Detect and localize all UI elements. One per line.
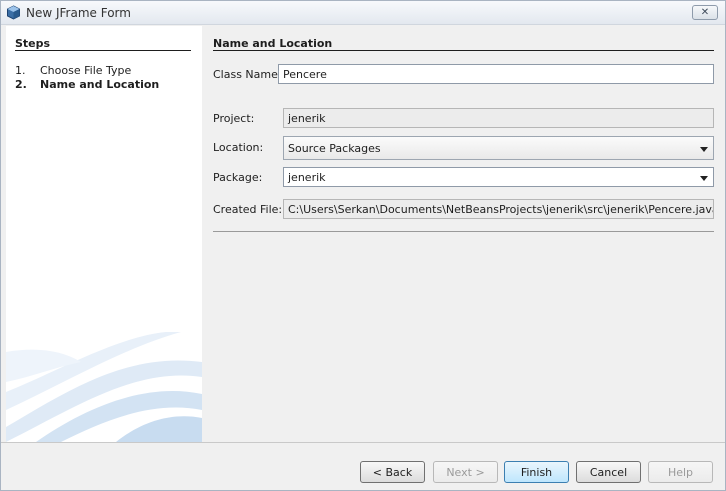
window-title: New JFrame Form <box>26 6 131 20</box>
close-button[interactable]: ✕ <box>692 5 718 20</box>
cancel-button[interactable]: Cancel <box>576 461 641 483</box>
name-and-location-panel: Name and Location Class Name: Pencere Pr… <box>202 26 725 442</box>
decorative-swoosh-graphic <box>6 332 202 442</box>
help-button[interactable]: Help <box>648 461 713 483</box>
close-icon: ✕ <box>700 7 710 18</box>
netbeans-cube-icon <box>7 5 20 20</box>
chevron-down-icon[interactable] <box>700 176 708 181</box>
chevron-down-icon[interactable] <box>700 147 708 152</box>
title-bar[interactable]: New JFrame Form ✕ <box>1 1 725 25</box>
footer-divider <box>1 442 725 443</box>
step-item-name-and-location: 2. Name and Location <box>15 78 159 91</box>
back-button[interactable]: < Back <box>360 461 425 483</box>
location-dropdown[interactable]: Source Packages <box>283 136 714 160</box>
location-selected-value: Source Packages <box>288 142 381 155</box>
location-label: Location: <box>213 141 264 154</box>
panel-bottom-divider <box>213 231 714 232</box>
package-label: Package: <box>213 171 263 184</box>
package-value: jenerik <box>288 171 326 184</box>
step-number: 1. <box>15 64 26 77</box>
package-combo[interactable]: jenerik <box>283 167 714 187</box>
steps-divider <box>15 50 191 51</box>
class-name-label: Class Name: <box>213 68 282 81</box>
steps-title: Steps <box>15 37 51 50</box>
created-file-field: C:\Users\Serkan\Documents\NetBeansProjec… <box>283 199 714 219</box>
panel-title: Name and Location <box>213 37 333 50</box>
created-file-label: Created File: <box>213 203 283 216</box>
wizard-window: New JFrame Form ✕ Steps 1. Choose File Ty… <box>0 0 726 491</box>
project-field: jenerik <box>283 108 714 128</box>
steps-panel: Steps 1. Choose File Type 2. Name and Loca… <box>6 26 202 442</box>
step-label: Choose File Type <box>40 64 132 77</box>
project-label: Project: <box>213 112 255 125</box>
step-label: Name and Location <box>40 78 160 91</box>
panel-title-divider <box>213 50 714 51</box>
step-item-choose-file-type: 1. Choose File Type <box>15 64 131 77</box>
finish-button[interactable]: Finish <box>504 461 569 483</box>
next-button[interactable]: Next > <box>433 461 498 483</box>
step-number: 2. <box>15 78 27 91</box>
class-name-input[interactable]: Pencere <box>278 64 714 84</box>
